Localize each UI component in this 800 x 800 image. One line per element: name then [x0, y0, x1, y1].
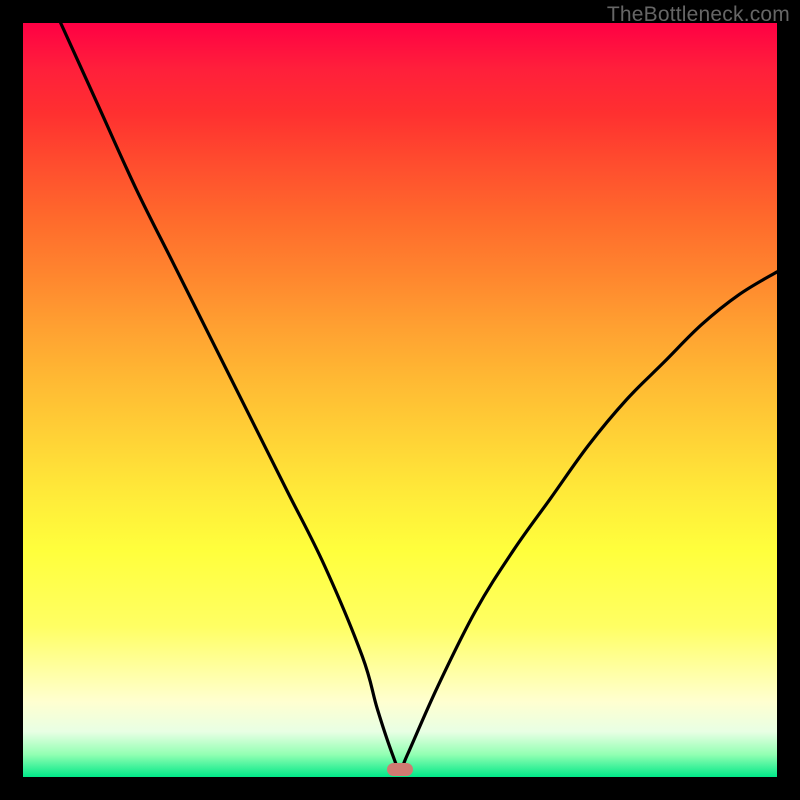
chart-frame: TheBottleneck.com	[0, 0, 800, 800]
optimal-marker	[387, 763, 413, 777]
bottleneck-curve	[23, 23, 777, 777]
watermark-text: TheBottleneck.com	[607, 3, 790, 27]
plot-area	[23, 23, 777, 777]
